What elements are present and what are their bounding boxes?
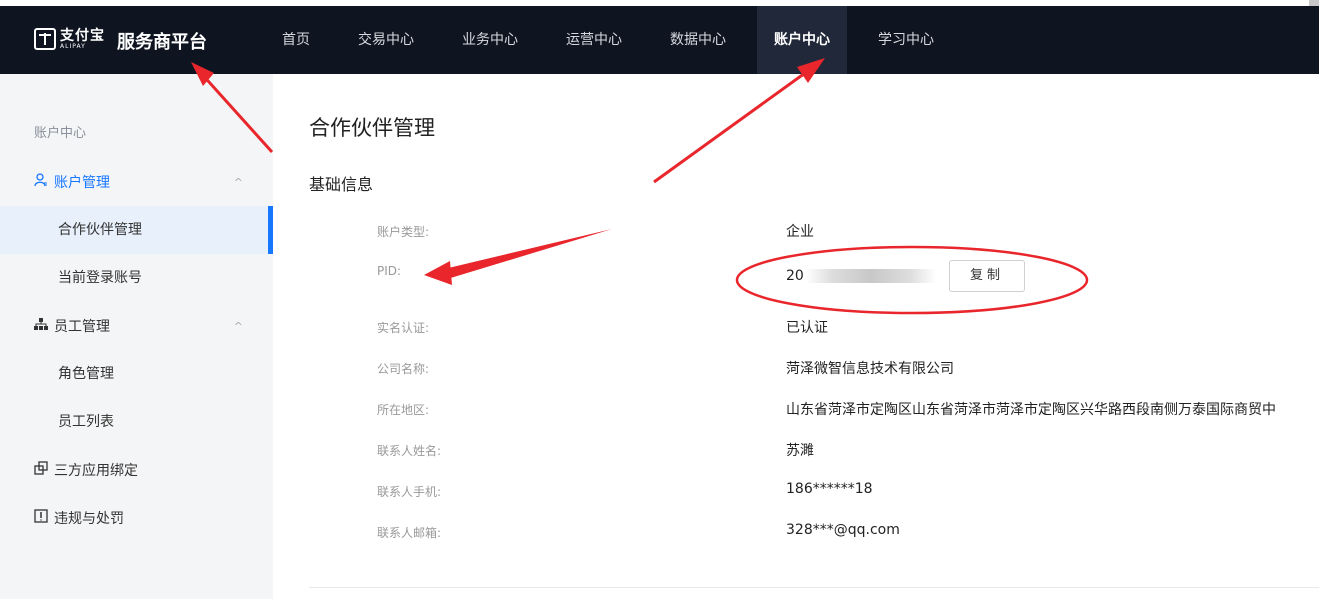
violation-icon	[34, 509, 50, 527]
field-label-real-name-auth: 实名认证:	[377, 321, 430, 335]
sidebar-item-current-login-account[interactable]: 当前登录账号	[0, 254, 273, 302]
app-bind-icon	[34, 461, 50, 479]
field-value-account-type: 企业	[786, 224, 814, 240]
nav-data-center[interactable]: 数据中心	[653, 6, 743, 74]
sidebar: 账户中心 账户管理 ^ 合作伙伴管理 当前登录账号 员工管理 ^ 角色管理 员工…	[0, 74, 273, 599]
alipay-logo-icon	[34, 28, 56, 50]
page-title: 合作伙伴管理	[309, 116, 435, 140]
field-value-pid: 20	[786, 268, 936, 284]
sidebar-item-staff-list[interactable]: 员工列表	[0, 398, 273, 446]
field-value-company-name: 菏泽微智信息技术有限公司	[786, 361, 954, 377]
field-value-contact-email: 328***@qq.com	[786, 522, 900, 538]
field-label-pid: PID:	[377, 264, 402, 278]
chevron-up-icon: ^	[233, 319, 243, 333]
section-divider	[309, 587, 1319, 588]
nav-home[interactable]: 首页	[265, 6, 327, 74]
nav-account-center[interactable]: 账户中心	[757, 6, 847, 74]
arrowhead-pid-icon	[424, 261, 452, 285]
sidebar-group-label: 员工管理	[54, 319, 110, 335]
sidebar-group-staff-management[interactable]: 员工管理 ^	[0, 302, 273, 350]
sidebar-group-violation-penalty[interactable]: 违规与处罚	[0, 494, 273, 542]
main-nav: 首页 交易中心 业务中心 运营中心 数据中心 账户中心 学习中心	[265, 6, 965, 74]
sidebar-item-role-management[interactable]: 角色管理	[0, 350, 273, 398]
field-value-region: 山东省菏泽市定陶区山东省菏泽市菏泽市定陶区兴华路西段南侧万泰国际商贸中	[786, 402, 1276, 418]
field-value-real-name-auth: 已认证	[786, 320, 828, 336]
field-value-contact-phone: 186******18	[786, 481, 873, 497]
platform-title[interactable]: 服务商平台	[117, 28, 207, 54]
arrow-to-account-center	[653, 66, 813, 184]
field-label-contact-email: 联系人邮箱:	[377, 526, 442, 540]
org-chart-icon	[34, 317, 50, 335]
copy-button[interactable]: 复制	[949, 260, 1025, 292]
field-value-contact-name: 苏濉	[786, 443, 814, 459]
field-label-contact-phone: 联系人手机:	[377, 485, 442, 499]
sidebar-group-label: 账户管理	[54, 175, 110, 191]
user-icon	[34, 173, 50, 191]
logo-text-cn: 支付宝	[60, 27, 105, 44]
sidebar-group-third-party-app-binding[interactable]: 三方应用绑定	[0, 446, 273, 494]
alipay-logo[interactable]: 支付宝 ALIPAY	[34, 28, 105, 50]
arrow-to-pid	[440, 229, 612, 280]
field-label-company-name: 公司名称:	[377, 362, 430, 376]
field-label-contact-name: 联系人姓名:	[377, 444, 442, 458]
sidebar-group-account-management[interactable]: 账户管理 ^	[0, 158, 273, 206]
top-navbar: 支付宝 ALIPAY 服务商平台 首页 交易中心 业务中心 运营中心 数据中心 …	[0, 6, 1319, 74]
sidebar-item-partner-management[interactable]: 合作伙伴管理	[0, 206, 273, 254]
nav-business-center[interactable]: 业务中心	[445, 6, 535, 74]
field-label-region: 所在地区:	[377, 403, 430, 417]
nav-trade-center[interactable]: 交易中心	[341, 6, 431, 74]
pid-prefix: 20	[786, 268, 804, 284]
section-title: 基础信息	[309, 175, 374, 194]
logo-text-en: ALIPAY	[60, 42, 86, 50]
field-label-account-type: 账户类型:	[377, 225, 430, 239]
nav-operation-center[interactable]: 运营中心	[549, 6, 639, 74]
sidebar-title: 账户中心	[34, 126, 87, 141]
sidebar-group-label: 三方应用绑定	[54, 463, 138, 479]
chevron-up-icon: ^	[233, 175, 243, 189]
pid-redaction-mask	[805, 269, 936, 283]
nav-learning-center[interactable]: 学习中心	[861, 6, 951, 74]
sidebar-group-label: 违规与处罚	[54, 511, 124, 527]
